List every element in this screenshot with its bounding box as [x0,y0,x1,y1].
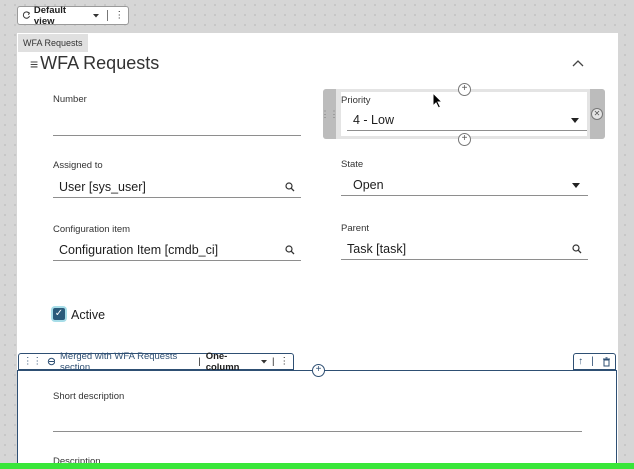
remove-field-icon[interactable]: ✕ [591,108,603,120]
drag-grip-icon[interactable]: ⋮⋮ [23,356,42,367]
assigned-to-value: User [sys_user] [59,180,146,194]
merged-label: Merged with WFA Requests section [60,350,178,373]
dropdown-caret-icon [571,117,579,123]
refresh-icon [22,11,31,19]
trash-icon[interactable] [602,356,611,367]
search-icon[interactable] [285,245,295,255]
state-select[interactable]: Open [341,175,588,196]
section-tools: ↑ | [573,353,616,370]
priority-label: Priority [341,95,371,106]
divider: | [591,356,594,367]
parent-label: Parent [341,223,369,234]
view-selector[interactable]: Default view ⋮ [17,4,129,27]
merge-icon [47,357,55,366]
bottom-highlight-bar [0,463,634,469]
state-value: Open [353,178,384,192]
chevron-down-icon [92,13,99,17]
drag-grip-icon[interactable]: ⋮⋮ [321,89,339,139]
priority-select[interactable]: 4 - Low [347,110,587,131]
dropdown-caret-icon [572,182,580,188]
more-options-icon[interactable]: ⋮ [280,356,290,367]
mouse-cursor-icon [432,92,444,109]
form-title: WFA Requests [40,53,160,73]
state-label: State [341,159,364,170]
short-description-label: Short description [53,391,125,402]
move-up-icon[interactable]: ↑ [578,356,583,367]
active-checkbox[interactable]: ✓ [53,308,65,320]
configuration-item-field[interactable]: Configuration Item [cmdb_ci] [53,240,301,261]
assigned-to-label: Assigned to [53,160,103,171]
add-above-icon[interactable]: + [458,83,471,96]
number-label: Number [53,94,87,105]
add-below-icon[interactable]: + [458,133,471,146]
divider: | [198,356,201,367]
chevron-down-icon[interactable] [260,359,267,365]
assigned-to-field[interactable]: User [sys_user] [53,177,301,198]
section-tag: WFA Requests [18,34,88,52]
drag-handle-icon[interactable]: ≡ [30,56,38,72]
configuration-item-value: Configuration Item [cmdb_ci] [59,243,219,257]
active-label: Active [71,308,106,322]
section-toolbar: ⋮⋮ Merged with WFA Requests section | On… [18,350,294,373]
collapse-icon[interactable] [572,54,584,70]
add-section-icon[interactable]: + [312,364,325,377]
short-description-field[interactable] [53,411,582,432]
view-label: Default view [33,4,67,27]
configuration-item-label: Configuration item [53,224,131,235]
divider: | [272,356,275,367]
search-icon[interactable] [572,244,582,254]
number-field[interactable] [53,115,301,136]
form-header: ≡ WFA Requests [30,53,159,74]
parent-value: Task [task] [347,242,407,256]
more-options-icon[interactable]: ⋮ [115,10,125,21]
parent-field[interactable]: Task [task] [341,239,588,260]
search-icon[interactable] [285,182,295,192]
priority-value: 4 - Low [353,113,394,127]
divider [106,10,108,21]
layout-selector[interactable]: One-column [206,351,255,373]
